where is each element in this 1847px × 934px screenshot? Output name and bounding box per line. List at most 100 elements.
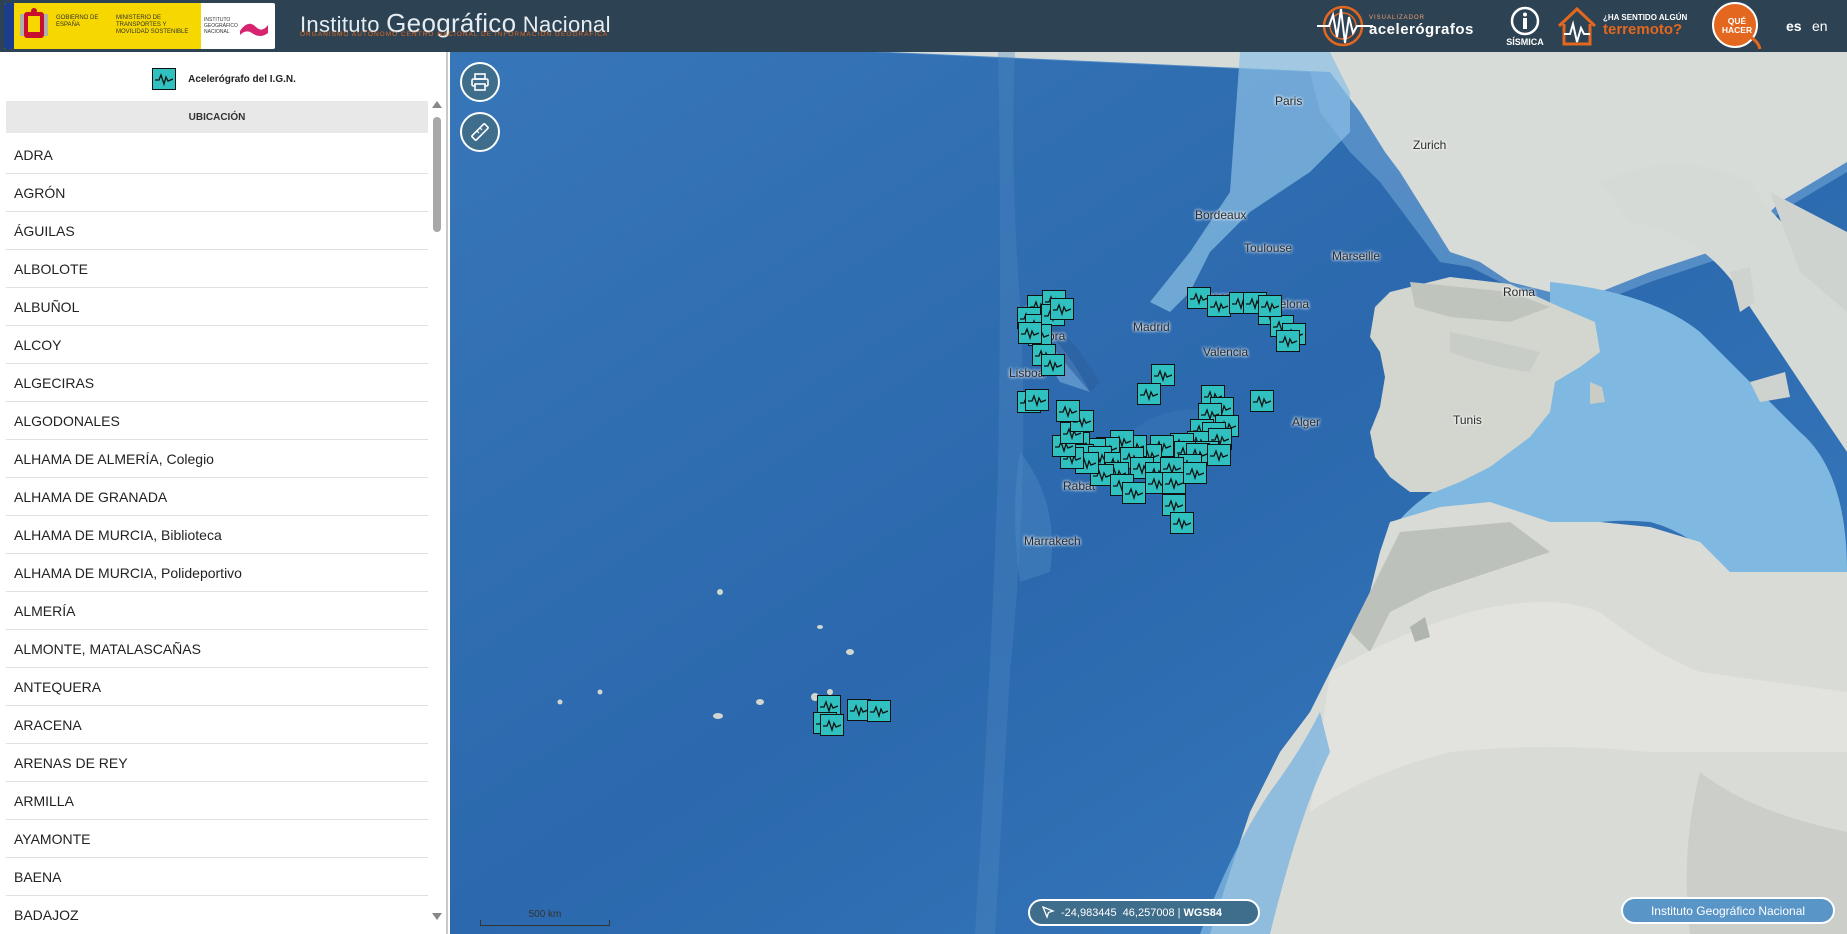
city-label: Marseille: [1332, 249, 1381, 263]
app-header: GOBIERNO DE ESPAÑA MINISTERIO DE TRANSPO…: [0, 0, 1847, 52]
language-es[interactable]: es: [1786, 18, 1802, 34]
list-item[interactable]: ARENAS DE REY: [6, 744, 428, 782]
legend: Acelerógrafo del I.G.N.: [0, 64, 446, 94]
seismogram-icon: [1125, 487, 1143, 500]
list-item[interactable]: ALHAMA DE GRANADA: [6, 478, 428, 516]
seismogram-icon: [1059, 405, 1077, 418]
city-label: Toulouse: [1244, 241, 1293, 255]
list-item[interactable]: BAENA: [6, 858, 428, 896]
accelerograph-marker[interactable]: [1276, 330, 1300, 352]
scroll-down-icon[interactable]: [432, 913, 442, 920]
list-item[interactable]: ALBUÑOL: [6, 288, 428, 326]
scale-line: [480, 920, 610, 926]
seismogram-icon: [823, 719, 841, 732]
measure-button[interactable]: [460, 112, 500, 152]
seismogram-icon: [1021, 327, 1039, 340]
list-item[interactable]: ALMERÍA: [6, 592, 428, 630]
list-item[interactable]: ALGODONALES: [6, 402, 428, 440]
list-item[interactable]: ALHAMA DE MURCIA, Biblioteca: [6, 516, 428, 554]
station-list-scrollbar[interactable]: [430, 101, 444, 920]
city-label: Valencia: [1203, 345, 1249, 359]
city-label: Alger: [1292, 415, 1321, 429]
seismogram-icon: [1053, 303, 1071, 316]
seismogram-icon: [1165, 477, 1183, 490]
house-quake-icon: [1557, 6, 1597, 46]
list-item[interactable]: ALMONTE, MATALASCAÑAS: [6, 630, 428, 668]
list-item[interactable]: BADAJOZ: [6, 896, 428, 921]
accelerograph-marker[interactable]: [820, 714, 844, 736]
city-label: Lisboa: [1009, 366, 1045, 380]
city-label: Marrakech: [1024, 534, 1081, 548]
felt-earthquake-link[interactable]: ¿HA SENTIDO ALGÚN terremoto?: [1555, 0, 1703, 52]
scale-bar: 500 km: [480, 909, 610, 926]
accelerograph-marker[interactable]: [1050, 298, 1074, 320]
accelerographs-viewer-link[interactable]: VISUALIZADOR acelerógrafos: [1317, 0, 1479, 52]
scroll-thumb[interactable]: [433, 117, 441, 232]
accelerograph-marker[interactable]: [1122, 482, 1146, 504]
coord-crs: WGS84: [1183, 906, 1223, 919]
accelerograph-marker[interactable]: [1250, 390, 1274, 412]
seismogram-icon: [1279, 335, 1297, 348]
list-item[interactable]: ANTEQUERA: [6, 668, 428, 706]
list-item[interactable]: ALGECIRAS: [6, 364, 428, 402]
accelerograph-marker[interactable]: [1170, 512, 1194, 534]
coat-of-arms-icon: [20, 8, 48, 38]
ign-logo-icon: [240, 23, 268, 36]
accelerograph-marker[interactable]: [1207, 444, 1231, 466]
terremoto-word: terremoto?: [1603, 21, 1683, 39]
map-view[interactable]: ParisZurichBordeauxToulouseMarseilleZara…: [450, 52, 1847, 934]
seismogram-icon: [1173, 517, 1191, 530]
sismica-info-link[interactable]: SÍSMICA: [1502, 0, 1548, 52]
coord-lat: 46,257008: [1122, 906, 1175, 919]
scroll-up-icon[interactable]: [432, 101, 442, 108]
list-item[interactable]: ADRA: [6, 136, 428, 174]
seismogram-icon: [1154, 369, 1172, 382]
printer-icon: [471, 73, 489, 91]
quehacer-label: QUÉ HACER: [1721, 16, 1753, 35]
list-item[interactable]: ALHAMA DE MURCIA, Polideportivo: [6, 554, 428, 592]
list-item[interactable]: AYAMONTE: [6, 820, 428, 858]
city-label: Bordeaux: [1195, 208, 1247, 222]
seismogram-icon: [850, 704, 868, 717]
ruler-icon: [471, 123, 489, 141]
government-logo[interactable]: GOBIERNO DE ESPAÑA MINISTERIO DE TRANSPO…: [4, 3, 275, 49]
scale-label: 500 km: [528, 909, 562, 920]
seismogram-icon: [1210, 300, 1228, 313]
accelerograph-marker[interactable]: [1183, 462, 1207, 484]
station-sidebar: Acelerógrafo del I.G.N. UBICACIÓN ADRA AG…: [0, 52, 448, 934]
language-en[interactable]: en: [1812, 18, 1828, 34]
accelerograph-marker[interactable]: [1025, 389, 1049, 411]
list-item[interactable]: ARMILLA: [6, 782, 428, 820]
seismogram-icon: [1140, 388, 1158, 401]
accelerograph-marker[interactable]: [1207, 295, 1231, 317]
list-item[interactable]: AGRÓN: [6, 174, 428, 212]
seismogram-icon: [1028, 394, 1046, 407]
list-item[interactable]: ALBOLOTE: [6, 250, 428, 288]
city-label: Zurich: [1413, 138, 1447, 152]
coordinates-readout: -24,983445 46,257008 | WGS84: [1028, 899, 1260, 926]
gov-line2: MINISTERIO DE TRANSPORTES Y MOVILIDAD SO…: [116, 15, 189, 35]
city-label: Roma: [1503, 285, 1536, 299]
what-to-do-link[interactable]: QUÉ HACER: [1710, 0, 1768, 52]
print-button[interactable]: [460, 62, 500, 102]
sismica-label: SÍSMICA: [1506, 36, 1544, 47]
column-header-location[interactable]: UBICACIÓN: [6, 101, 428, 133]
seismogram-icon: [1261, 300, 1279, 313]
gov-line3: INSTITUTO GEOGRÁFICO NACIONAL: [204, 17, 238, 35]
accelerograph-marker[interactable]: [867, 700, 891, 722]
accelerograph-marker[interactable]: [1018, 322, 1042, 344]
list-item[interactable]: ÁGUILAS: [6, 212, 428, 250]
list-item[interactable]: ARACENA: [6, 706, 428, 744]
seismogram-icon: [1186, 467, 1204, 480]
accelerograph-marker[interactable]: [1041, 354, 1065, 376]
accelerograph-marker[interactable]: [1137, 383, 1161, 405]
accelerograph-legend-icon: [152, 68, 177, 90]
accelerograph-marker[interactable]: [1056, 400, 1080, 422]
accelerograph-marker[interactable]: [1258, 295, 1282, 317]
attribution-badge[interactable]: Instituto Geográfico Nacional: [1621, 897, 1835, 924]
city-label: Paris: [1275, 94, 1303, 108]
list-item[interactable]: ALCOY: [6, 326, 428, 364]
station-list: ADRA AGRÓN ÁGUILAS ALBOLOTE ALBUÑOL ALCOY ALGE…: [6, 136, 428, 920]
cursor-icon: [1042, 906, 1055, 919]
list-item[interactable]: ALHAMA DE ALMERÍA, Colegio: [6, 440, 428, 478]
